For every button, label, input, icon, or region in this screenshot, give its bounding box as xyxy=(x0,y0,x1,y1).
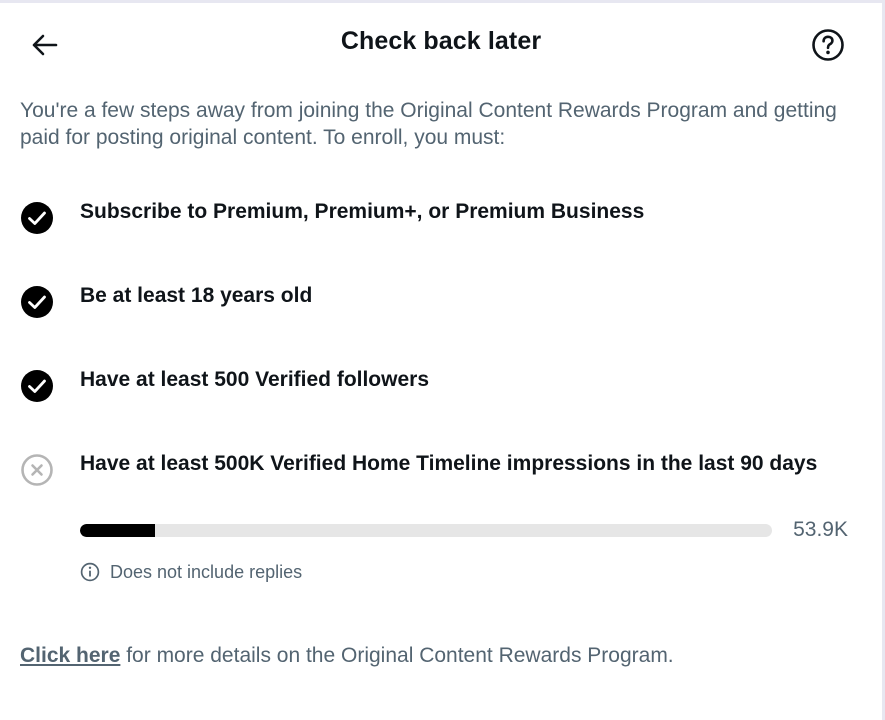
check-circle-icon xyxy=(21,370,53,402)
rewards-eligibility-panel: Check back later You're a few steps away… xyxy=(0,0,885,720)
help-button[interactable] xyxy=(808,25,848,65)
requirement-text: Subscribe to Premium, Premium+, or Premi… xyxy=(80,200,645,223)
click-here-link[interactable]: Click here xyxy=(20,644,120,667)
progress-value: 53.9K xyxy=(793,518,848,541)
page-title: Check back later xyxy=(340,27,542,55)
requirement-text: Have at least 500 Verified followers xyxy=(80,368,430,391)
intro-text: You're a few steps away from joining the… xyxy=(20,99,837,149)
check-circle-icon xyxy=(21,286,53,318)
replies-note: Does not include replies xyxy=(80,560,302,584)
progress-track xyxy=(80,524,772,537)
check-circle-icon xyxy=(21,202,53,234)
requirement-text: Have at least 500K Verified Home Timelin… xyxy=(80,452,818,475)
x-circle-icon xyxy=(21,454,53,486)
question-circle-icon xyxy=(812,29,844,61)
note-text: Does not include replies xyxy=(110,561,303,582)
footer-rest-text: for more details on the Original Content… xyxy=(120,644,674,667)
impressions-progress: 53.9K xyxy=(80,518,848,541)
info-icon xyxy=(80,562,100,582)
header: Check back later xyxy=(0,3,882,83)
footer-text: Click here for more details on the Origi… xyxy=(20,644,674,668)
progress-fill xyxy=(80,524,155,537)
requirement-text: Be at least 18 years old xyxy=(80,284,313,307)
